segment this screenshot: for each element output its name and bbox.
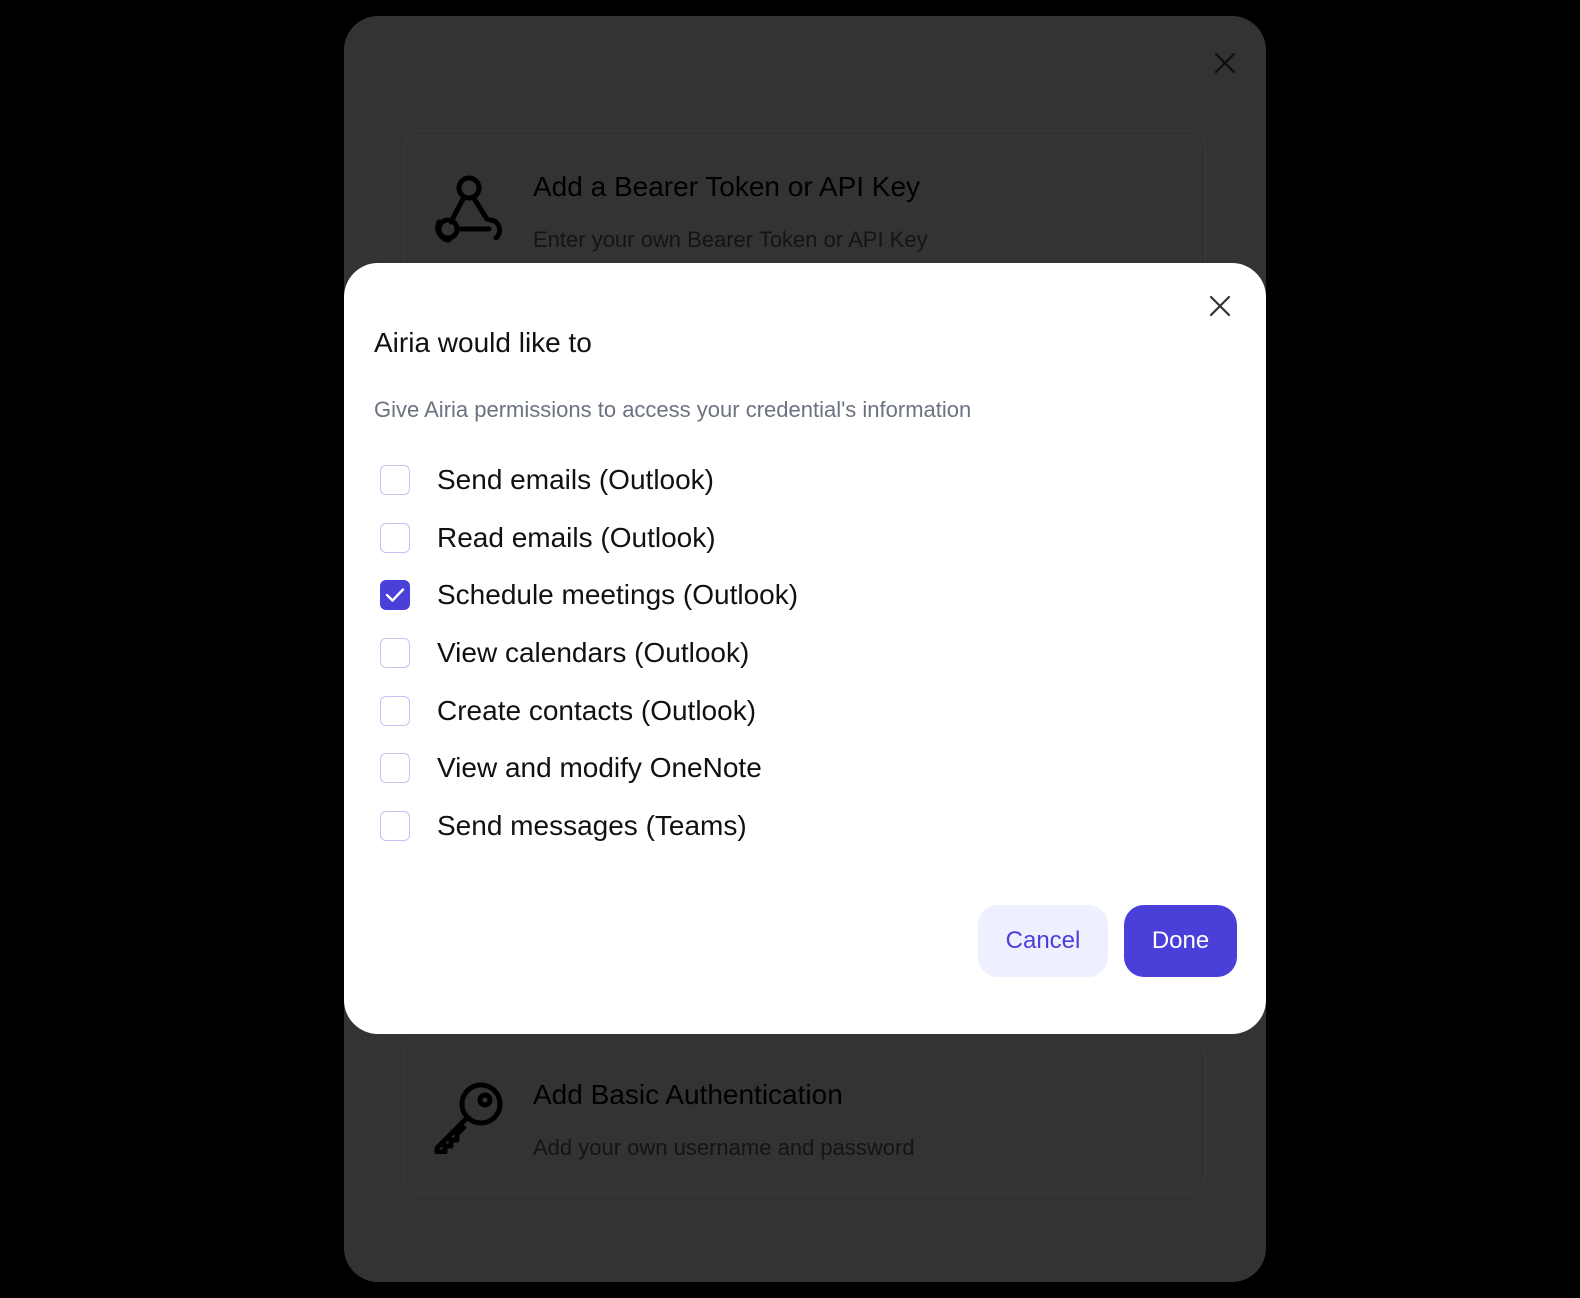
permission-label: Create contacts (Outlook) <box>437 694 757 726</box>
basic-auth-option[interactable]: Add Basic Authentication Add your own us… <box>404 1038 1206 1194</box>
permission-list: Send emails (Outlook) Read emails (Outlo… <box>380 451 1200 855</box>
cancel-button[interactable]: Cancel <box>978 905 1108 977</box>
permission-item-teams-messages[interactable]: Send messages (Teams) <box>380 797 1200 855</box>
permission-label: Schedule meetings (Outlook) <box>437 579 799 611</box>
permission-item-onenote[interactable]: View and modify OneNote <box>380 739 1200 797</box>
permission-item-send-emails[interactable]: Send emails (Outlook) <box>380 451 1200 509</box>
permission-item-schedule-meetings[interactable]: Schedule meetings (Outlook) <box>380 566 1200 624</box>
webhook-icon <box>431 171 507 247</box>
permission-item-view-calendars[interactable]: View calendars (Outlook) <box>380 624 1200 682</box>
checkbox[interactable] <box>380 522 410 553</box>
dialog-title: Airia would like to <box>374 327 592 358</box>
dialog-subtitle: Give Airia permissions to access your cr… <box>374 397 972 422</box>
checkbox[interactable] <box>380 810 410 841</box>
option-title: Add a Bearer Token or API Key <box>533 171 921 202</box>
permission-item-create-contacts[interactable]: Create contacts (Outlook) <box>380 682 1200 740</box>
permission-label: Read emails (Outlook) <box>437 521 716 553</box>
permissions-dialog: Airia would like to Give Airia permissio… <box>344 263 1266 1034</box>
permission-item-read-emails[interactable]: Read emails (Outlook) <box>380 509 1200 567</box>
checkbox[interactable] <box>380 464 410 495</box>
done-button[interactable]: Done <box>1124 905 1237 977</box>
checkbox[interactable] <box>380 695 410 726</box>
checkbox[interactable] <box>380 637 410 668</box>
permission-label: View and modify OneNote <box>437 752 762 784</box>
option-description: Enter your own Bearer Token or API Key <box>533 227 928 252</box>
option-title: Add Basic Authentication <box>533 1079 843 1110</box>
permission-label: Send emails (Outlook) <box>437 463 715 495</box>
checkbox[interactable] <box>380 753 410 784</box>
close-icon[interactable] <box>1210 48 1240 78</box>
checkbox[interactable] <box>380 580 410 611</box>
option-description: Add your own username and password <box>533 1135 915 1160</box>
close-icon[interactable] <box>1205 291 1235 321</box>
permission-label: Send messages (Teams) <box>437 809 747 841</box>
permission-label: View calendars (Outlook) <box>437 636 750 668</box>
key-icon <box>431 1079 507 1155</box>
